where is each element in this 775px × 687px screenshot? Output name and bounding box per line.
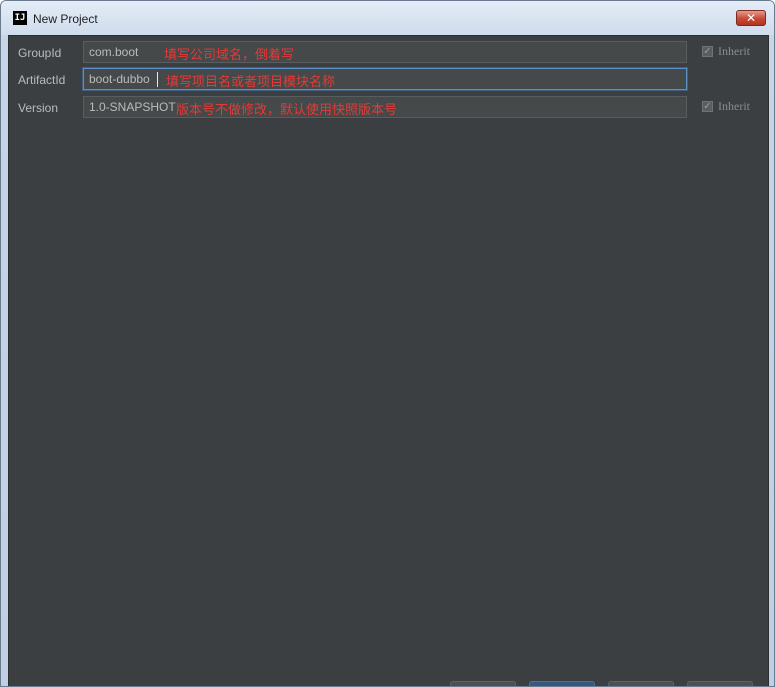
- group-id-row: GroupId com.boot 填写公司域名，倒着写 ✓ Inherit: [9, 41, 768, 65]
- version-row: Version 1.0-SNAPSHOT 版本号不做修改，默认使用快照版本号 ✓…: [9, 96, 768, 120]
- title-bar[interactable]: IJ New Project ✕: [1, 1, 774, 35]
- close-icon: ✕: [745, 11, 757, 25]
- checkbox-checked-icon: ✓: [702, 46, 713, 57]
- version-label: Version: [18, 101, 59, 115]
- group-id-annotation: 填写公司域名，倒着写: [164, 48, 295, 63]
- group-id-label: GroupId: [18, 46, 62, 60]
- artifact-id-field[interactable]: boot-dubbo 填写项目名或者项目模块名称: [83, 68, 687, 90]
- cancel-button[interactable]: [608, 681, 674, 686]
- help-button[interactable]: [687, 681, 753, 686]
- group-id-value: com.boot: [89, 45, 139, 59]
- artifact-id-value: boot-dubbo: [89, 72, 150, 86]
- group-id-field[interactable]: com.boot 填写公司域名，倒着写: [83, 41, 687, 63]
- project-form-panel: GroupId com.boot 填写公司域名，倒着写 ✓ Inherit Ar…: [8, 35, 769, 686]
- version-value: 1.0-SNAPSHOT: [89, 100, 176, 114]
- version-inherit-label: Inherit: [718, 99, 750, 113]
- group-id-inherit-label: Inherit: [718, 44, 750, 58]
- intellij-app-icon: IJ: [13, 11, 27, 25]
- close-button[interactable]: ✕: [736, 10, 766, 26]
- version-annotation: 版本号不做修改，默认使用快照版本号: [176, 103, 398, 118]
- artifact-id-row: ArtifactId boot-dubbo 填写项目名或者项目模块名称: [9, 68, 768, 92]
- next-button[interactable]: [529, 681, 595, 686]
- new-project-window: IJ New Project ✕ GroupId com.boot 填写公司域名…: [0, 0, 775, 687]
- artifact-id-annotation: 填写项目名或者项目模块名称: [166, 75, 336, 90]
- version-field[interactable]: 1.0-SNAPSHOT 版本号不做修改，默认使用快照版本号: [83, 96, 687, 118]
- artifact-id-label: ArtifactId: [18, 73, 66, 87]
- window-title: New Project: [33, 12, 98, 26]
- text-caret: [157, 72, 158, 87]
- checkbox-checked-icon: ✓: [702, 101, 713, 112]
- previous-button[interactable]: [450, 681, 516, 686]
